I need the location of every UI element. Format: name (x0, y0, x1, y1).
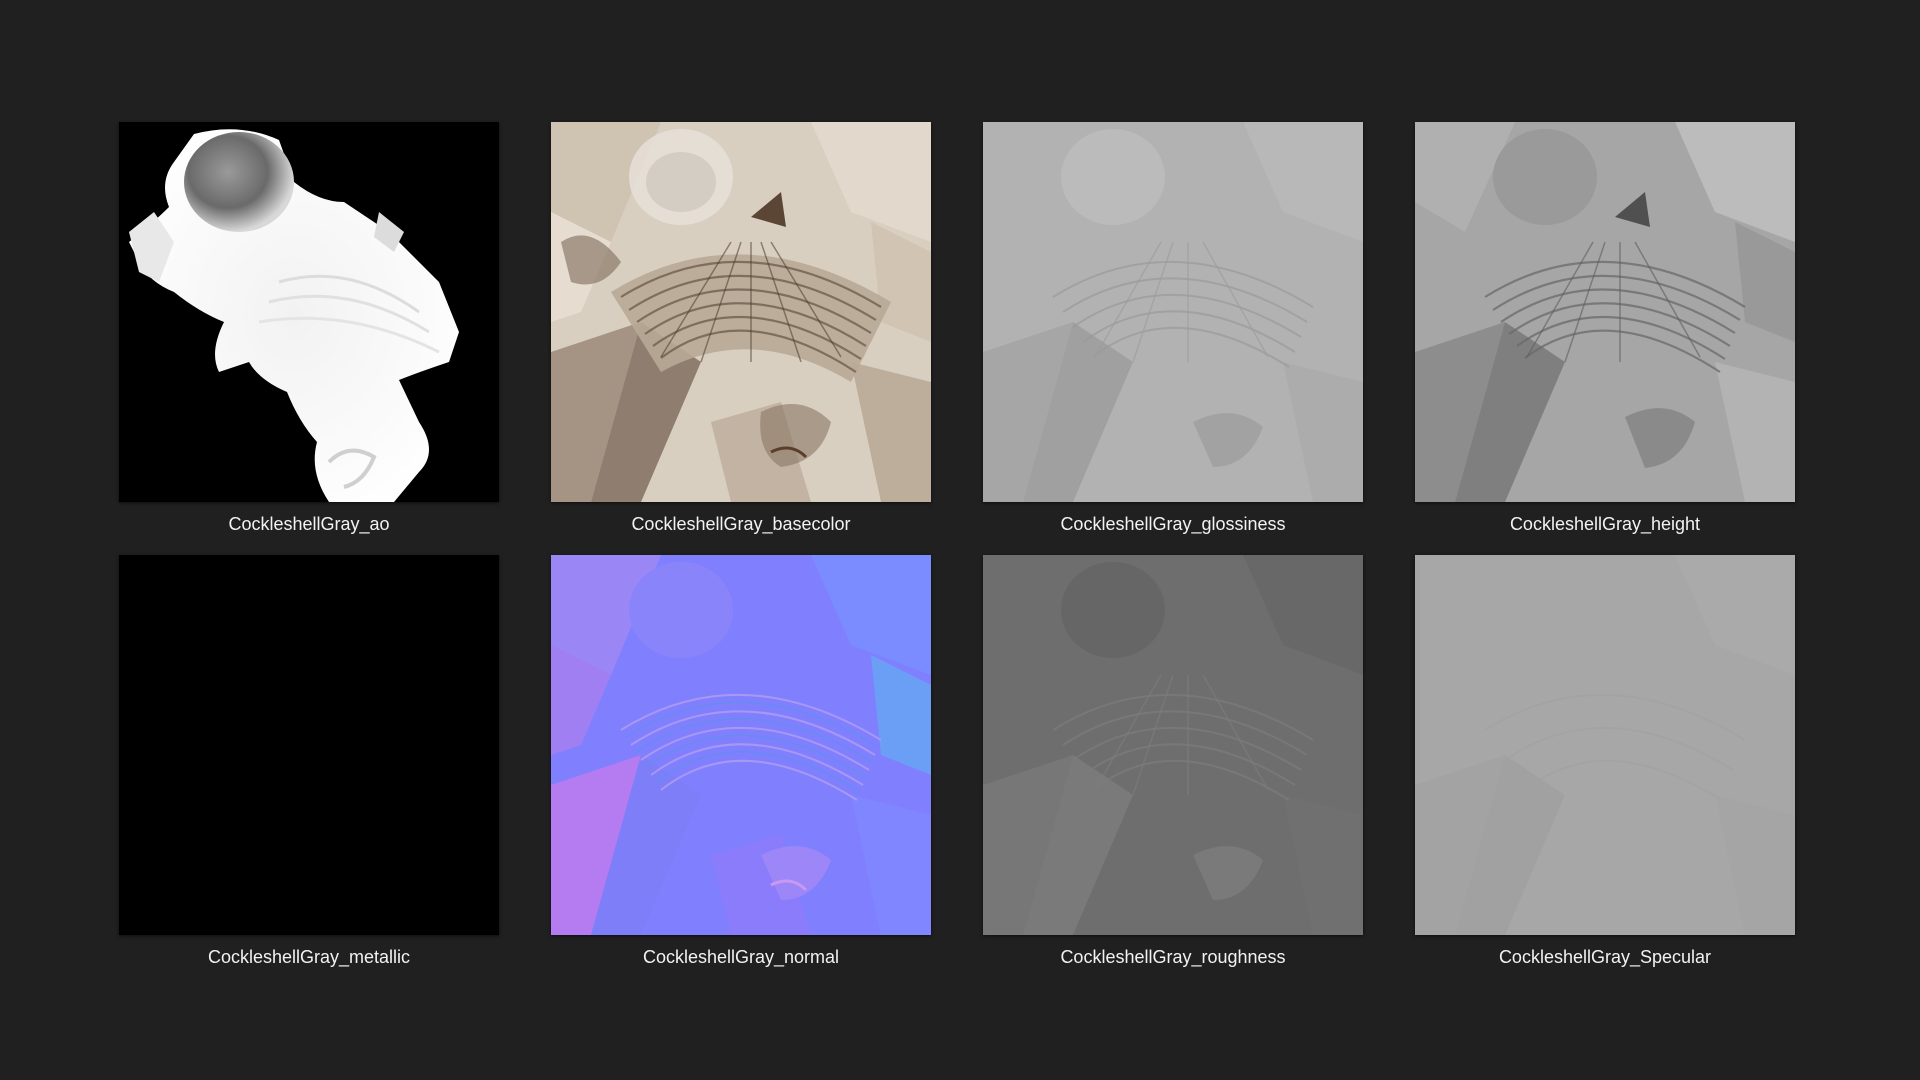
file-item-basecolor[interactable]: CockleshellGray_basecolor (551, 122, 931, 534)
normal-map-image (551, 555, 931, 935)
specular-map-image (1415, 555, 1795, 935)
glossiness-map-image (983, 122, 1363, 502)
height-map-image (1415, 122, 1795, 502)
file-item-normal[interactable]: CockleshellGray_normal (551, 555, 931, 967)
file-item-roughness[interactable]: CockleshellGray_roughness (983, 555, 1363, 967)
height-thumbnail (1415, 122, 1795, 502)
metallic-thumbnail (119, 555, 499, 935)
metallic-map-image (119, 555, 499, 935)
normal-thumbnail (551, 555, 931, 935)
basecolor-thumbnail (551, 122, 931, 502)
file-name-label: CockleshellGray_height (1509, 514, 1701, 534)
roughness-map-image (983, 555, 1363, 935)
file-name-label: CockleshellGray_metallic (207, 947, 411, 967)
glossiness-thumbnail (983, 122, 1363, 502)
roughness-thumbnail (983, 555, 1363, 935)
file-item-ao[interactable]: CockleshellGray_ao (119, 122, 499, 534)
thumbnail-grid: CockleshellGray_ao CockleshellGray_basec… (119, 122, 1795, 967)
file-name-label: CockleshellGray_Specular (1498, 947, 1712, 967)
ao-map-image (119, 122, 499, 502)
file-item-glossiness[interactable]: CockleshellGray_glossiness (983, 122, 1363, 534)
file-name-label: CockleshellGray_glossiness (1060, 514, 1286, 534)
file-item-height[interactable]: CockleshellGray_height (1415, 122, 1795, 534)
file-name-label: CockleshellGray_ao (228, 514, 390, 534)
specular-thumbnail (1415, 555, 1795, 935)
file-item-metallic[interactable]: CockleshellGray_metallic (119, 555, 499, 967)
file-name-label: CockleshellGray_roughness (1060, 947, 1286, 967)
basecolor-map-image (551, 122, 931, 502)
file-item-specular[interactable]: CockleshellGray_Specular (1415, 555, 1795, 967)
file-name-label: CockleshellGray_basecolor (631, 514, 851, 534)
file-name-label: CockleshellGray_normal (642, 947, 840, 967)
ao-thumbnail (119, 122, 499, 502)
